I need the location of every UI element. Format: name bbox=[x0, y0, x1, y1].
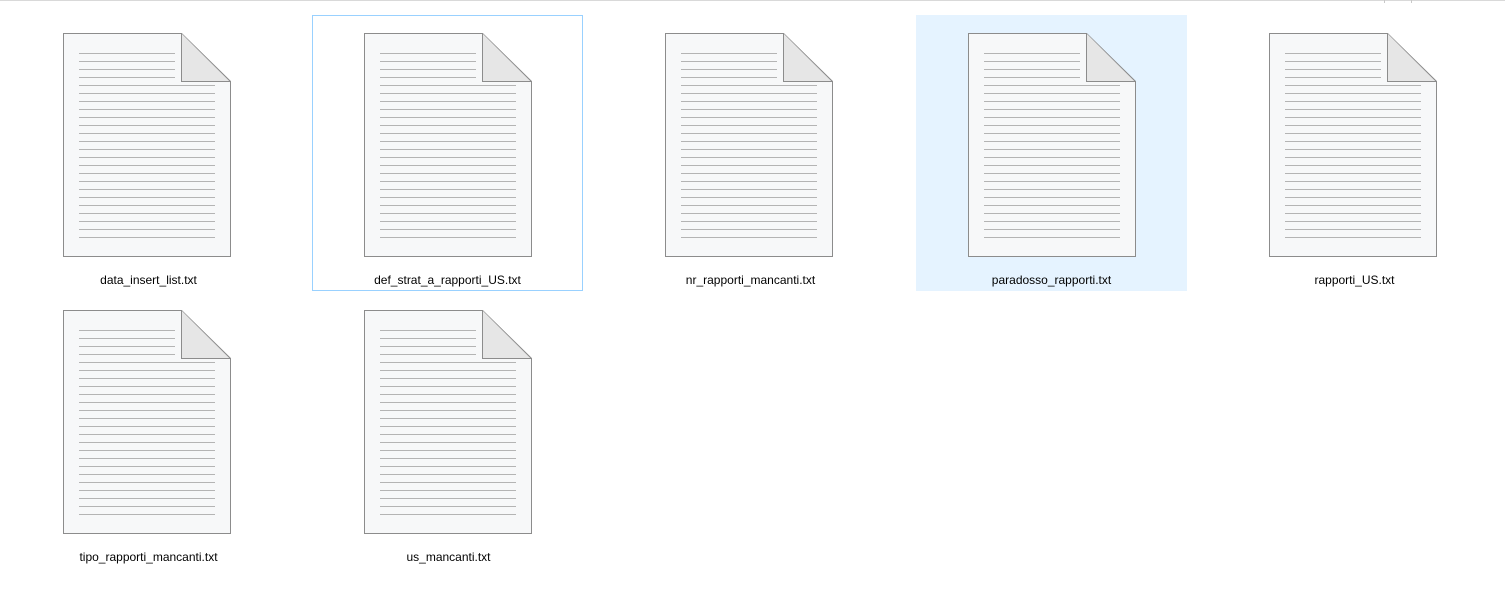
file-item-rapporti-us[interactable]: rapporti_US.txt bbox=[1219, 15, 1490, 291]
file-item-us-mancanti[interactable]: us_mancanti.txt bbox=[313, 292, 584, 568]
file-item-data-insert-list[interactable]: data_insert_list.txt bbox=[13, 15, 284, 291]
file-name-label: def_strat_a_rapporti_US.txt bbox=[374, 273, 521, 287]
text-file-icon bbox=[1269, 33, 1437, 258]
file-list-view[interactable]: data_insert_list.txt def_strat_a_rapport… bbox=[0, 0, 1505, 605]
file-name-label: rapporti_US.txt bbox=[1314, 273, 1395, 287]
file-name-label: nr_rapporti_mancanti.txt bbox=[685, 273, 816, 287]
text-file-icon bbox=[968, 33, 1136, 258]
text-file-icon bbox=[364, 33, 532, 258]
file-item-paradosso-rapporti[interactable]: paradosso_rapporti.txt bbox=[916, 15, 1187, 291]
file-item-def-strat-a-rapporti-us[interactable]: def_strat_a_rapporti_US.txt bbox=[312, 15, 583, 291]
text-file-icon bbox=[665, 33, 833, 258]
file-name-label: data_insert_list.txt bbox=[100, 273, 197, 287]
text-file-icon bbox=[63, 310, 231, 535]
file-item-tipo-rapporti-mancanti[interactable]: tipo_rapporti_mancanti.txt bbox=[13, 292, 284, 568]
text-file-icon bbox=[63, 33, 231, 258]
file-name-label: paradosso_rapporti.txt bbox=[991, 273, 1112, 287]
text-file-icon bbox=[364, 310, 532, 535]
file-name-label: tipo_rapporti_mancanti.txt bbox=[79, 550, 218, 564]
file-item-nr-rapporti-mancanti[interactable]: nr_rapporti_mancanti.txt bbox=[615, 15, 886, 291]
file-name-label: us_mancanti.txt bbox=[406, 550, 491, 564]
